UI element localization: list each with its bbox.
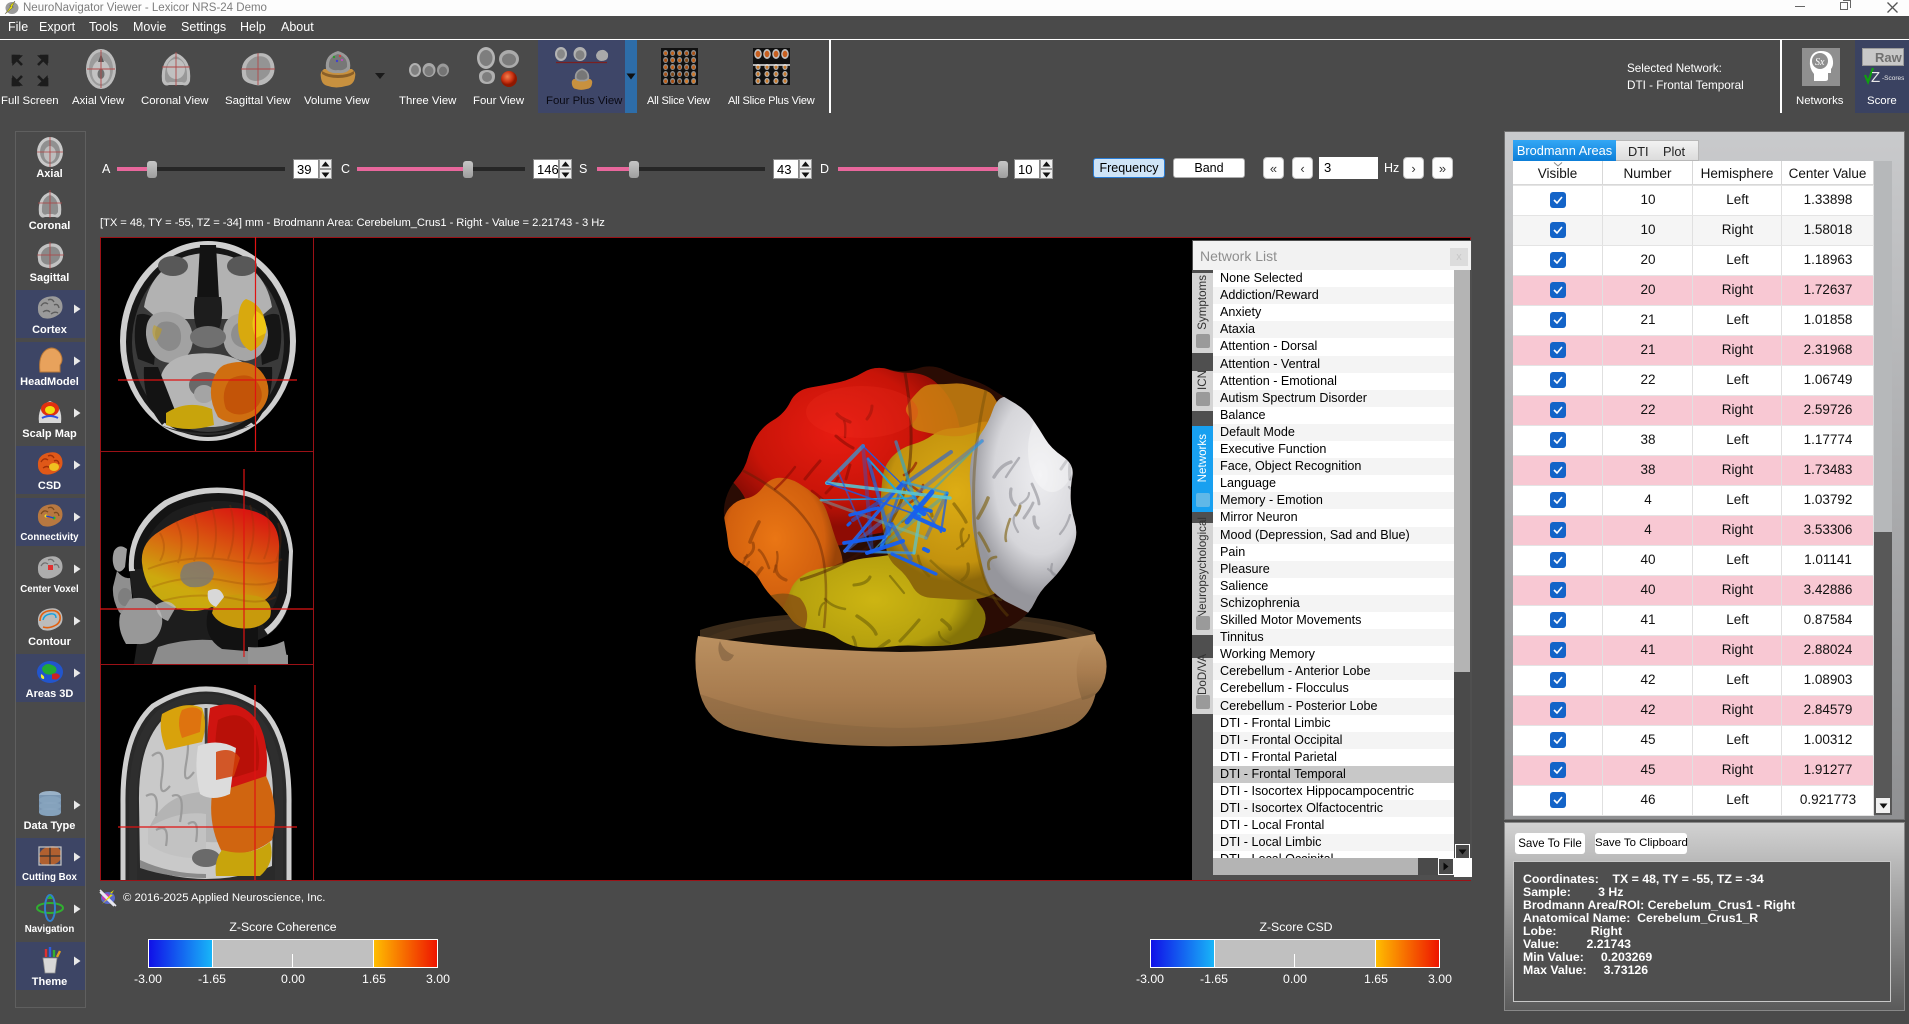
- svg-text:Sx: Sx: [1815, 57, 1825, 68]
- svg-text:Z: Z: [1871, 69, 1880, 85]
- svg-text:-Scores: -Scores: [1882, 75, 1904, 82]
